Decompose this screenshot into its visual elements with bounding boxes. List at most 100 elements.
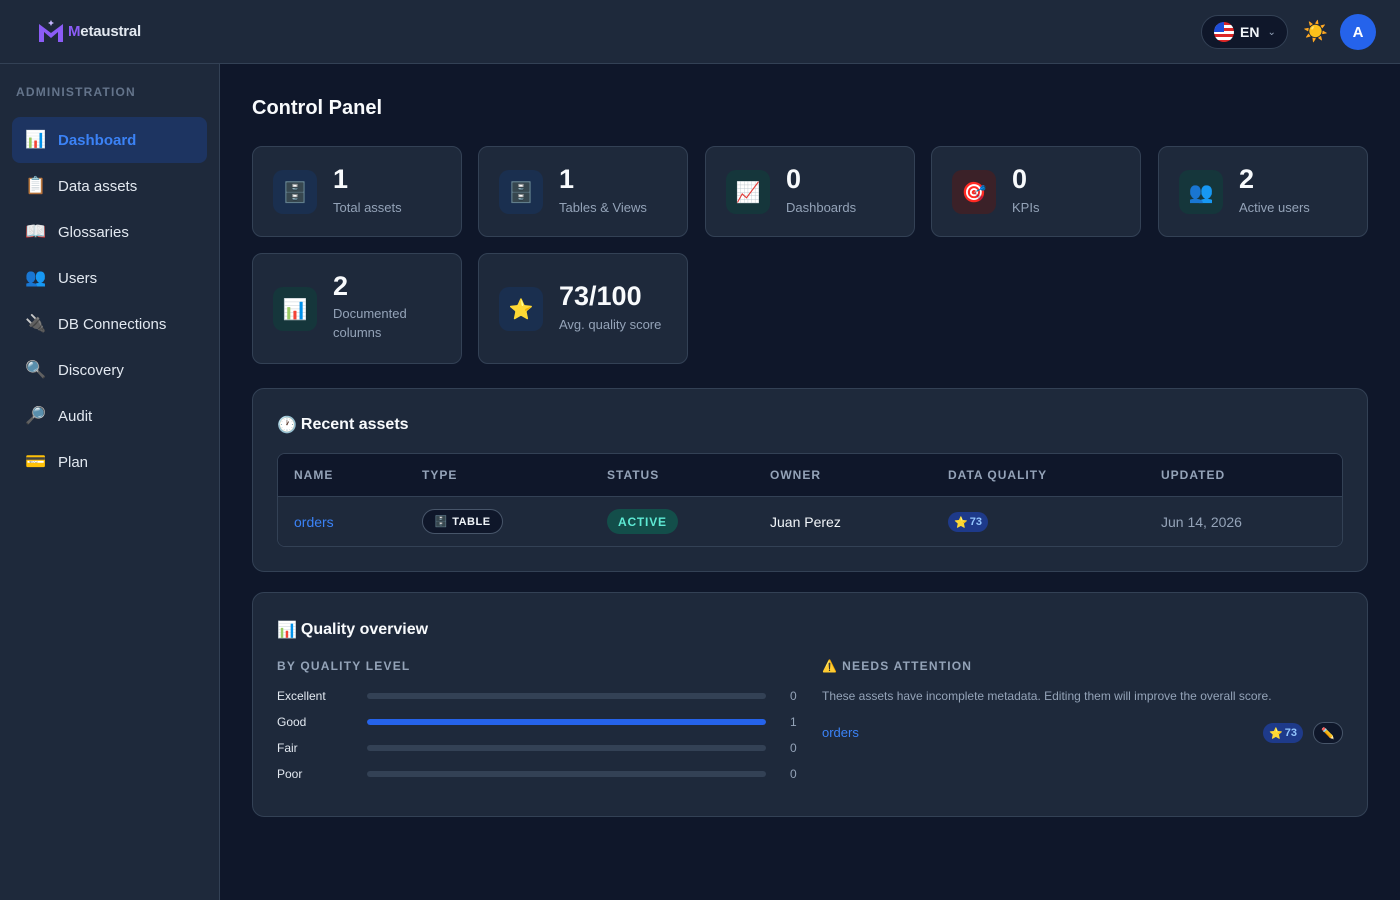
sidebar-item-plan[interactable]: 💳 Plan xyxy=(12,439,207,485)
needs-attention-heading: ⚠️ NEEDS ATTENTION xyxy=(822,659,972,673)
magnifier-icon: 🔍 xyxy=(25,360,47,379)
level-count: 1 xyxy=(790,715,797,729)
sidebar-item-db-connections[interactable]: 🔌 DB Connections xyxy=(12,301,207,347)
quality-badge: ⭐ 73 xyxy=(1263,723,1303,743)
level-count: 0 xyxy=(790,767,797,781)
stat-card-documented-columns: 📊 2 Documented columns xyxy=(252,253,462,364)
level-count: 0 xyxy=(790,741,797,755)
brand-logo[interactable]: Metaustral xyxy=(38,18,141,44)
stat-card-tables-views: 🗄️ 1 Tables & Views xyxy=(478,146,688,237)
sidebar-item-dashboard[interactable]: 📊 Dashboard xyxy=(12,117,207,163)
type-label: TABLE xyxy=(452,515,491,528)
card-title-text: Quality overview xyxy=(300,621,429,638)
quality-level-row: Good 1 xyxy=(277,713,799,733)
quality-badge: ⭐ 73 xyxy=(948,512,988,532)
stat-card-kpis: 🎯 0 KPIs xyxy=(931,146,1141,237)
level-bar-fill xyxy=(367,719,766,725)
stat-label: Total assets xyxy=(333,200,402,215)
brand-name: Metaustral xyxy=(68,22,142,40)
stat-value: 0 xyxy=(786,164,802,194)
bar-chart-icon: 📊 xyxy=(25,130,47,149)
quality-overview-card: 📊 Quality overview BY QUALITY LEVEL Exce… xyxy=(252,592,1368,817)
sidebar-item-glossaries[interactable]: 📖 Glossaries xyxy=(12,209,207,255)
table-row[interactable]: orders 🗄️ TABLE ACTIVE Juan Perez ⭐ 73 J… xyxy=(278,497,1342,546)
target-icon: 🎯 xyxy=(952,170,996,214)
pencil-icon: ✏️ xyxy=(1321,727,1335,740)
sidebar-item-audit[interactable]: 🔎 Audit xyxy=(12,393,207,439)
quality-level-row: Excellent 0 xyxy=(277,687,799,707)
level-count: 0 xyxy=(790,689,797,703)
owner-name: Juan Perez xyxy=(770,514,841,530)
sidebar-item-label: Data assets xyxy=(58,177,138,195)
column-header-status[interactable]: STATUS xyxy=(607,468,659,482)
bar-chart-icon: 📊 xyxy=(273,287,317,331)
book-icon: 📖 xyxy=(25,222,47,241)
stat-value: 2 xyxy=(1239,164,1255,194)
column-header-data-quality[interactable]: DATA QUALITY xyxy=(948,468,1047,482)
sidebar-item-label: Glossaries xyxy=(58,223,129,241)
recent-assets-card: 🕐 Recent assets NAME TYPE STATUS OWNER D… xyxy=(252,388,1368,572)
by-quality-level-heading: BY QUALITY LEVEL xyxy=(277,659,411,673)
needs-attention-label: NEEDS ATTENTION xyxy=(842,659,973,673)
quality-level-row: Fair 0 xyxy=(277,739,799,759)
sun-icon[interactable]: ☀️ xyxy=(1303,21,1328,43)
level-label: Excellent xyxy=(277,689,326,703)
level-bar-track xyxy=(367,719,766,725)
sidebar-heading: ADMINISTRATION xyxy=(16,85,136,99)
updated-date: Jun 14, 2026 xyxy=(1161,514,1242,530)
level-bar-track xyxy=(367,745,766,751)
column-header-name[interactable]: NAME xyxy=(294,468,333,482)
stat-value: 1 xyxy=(333,164,349,194)
sidebar-item-users[interactable]: 👥 Users xyxy=(12,255,207,301)
stat-value: 73/100 xyxy=(559,281,642,311)
needs-attention-description: These assets have incomplete metadata. E… xyxy=(822,689,1272,703)
column-header-owner[interactable]: OWNER xyxy=(770,468,821,482)
star-icon: ⭐ xyxy=(954,516,968,529)
magnifier-right-icon: 🔎 xyxy=(25,406,47,425)
star-icon: ⭐ xyxy=(499,287,543,331)
attention-asset-link[interactable]: orders xyxy=(822,725,859,740)
filing-cabinet-icon: 🗄️ xyxy=(434,516,449,528)
filing-cabinet-icon: 🗄️ xyxy=(273,170,317,214)
stat-value: 2 xyxy=(333,271,349,301)
sidebar-item-label: Audit xyxy=(58,407,93,425)
sidebar-item-label: Dashboard xyxy=(58,131,137,149)
stat-label: Avg. quality score xyxy=(559,317,662,332)
recent-assets-title: 🕐 Recent assets xyxy=(277,415,409,435)
sidebar-item-data-assets[interactable]: 📋 Data assets xyxy=(12,163,207,209)
edit-button[interactable]: ✏️ xyxy=(1313,722,1343,744)
column-header-type[interactable]: TYPE xyxy=(422,468,457,482)
quality-score: 73 xyxy=(969,516,982,528)
users-icon: 👥 xyxy=(25,268,47,287)
stat-label: Dashboards xyxy=(786,200,857,215)
card-title-text: Recent assets xyxy=(300,416,409,433)
stat-value: 1 xyxy=(559,164,575,194)
chevron-down-icon: ⌄ xyxy=(1267,26,1276,38)
stat-label: Tables & Views xyxy=(559,200,647,215)
sidebar-item-label: DB Connections xyxy=(58,315,167,333)
star-icon: ⭐ xyxy=(1269,727,1283,740)
stat-card-total-assets: 🗄️ 1 Total assets xyxy=(252,146,462,237)
level-bar-track xyxy=(367,771,766,777)
language-label: EN xyxy=(1240,24,1260,40)
status-badge: ACTIVE xyxy=(607,509,678,534)
bar-chart-icon: 📊 xyxy=(277,622,297,639)
quality-level-row: Poor 0 xyxy=(277,765,799,785)
asset-name-link[interactable]: orders xyxy=(294,514,334,530)
stat-label: Documented columns xyxy=(333,306,407,340)
language-selector[interactable]: EN ⌄ xyxy=(1201,15,1288,49)
quality-overview-title: 📊 Quality overview xyxy=(277,620,428,640)
logo-mark-icon xyxy=(39,20,63,42)
sidebar-item-discovery[interactable]: 🔍 Discovery xyxy=(12,347,207,393)
stat-card-active-users: 👥 2 Active users xyxy=(1158,146,1368,237)
us-flag-icon xyxy=(1214,22,1234,42)
quality-score: 73 xyxy=(1284,727,1297,739)
user-avatar[interactable]: A xyxy=(1340,14,1376,50)
column-header-updated[interactable]: UPDATED xyxy=(1161,468,1225,482)
table-header: NAME TYPE STATUS OWNER DATA QUALITY UPDA… xyxy=(278,454,1342,497)
stat-label: KPIs xyxy=(1012,200,1040,215)
users-icon: 👥 xyxy=(1179,170,1223,214)
page-title: Control Panel xyxy=(252,97,383,119)
top-bar: Metaustral EN ⌄ ☀️ A xyxy=(0,0,1400,64)
clock-icon: 🕐 xyxy=(277,417,297,434)
